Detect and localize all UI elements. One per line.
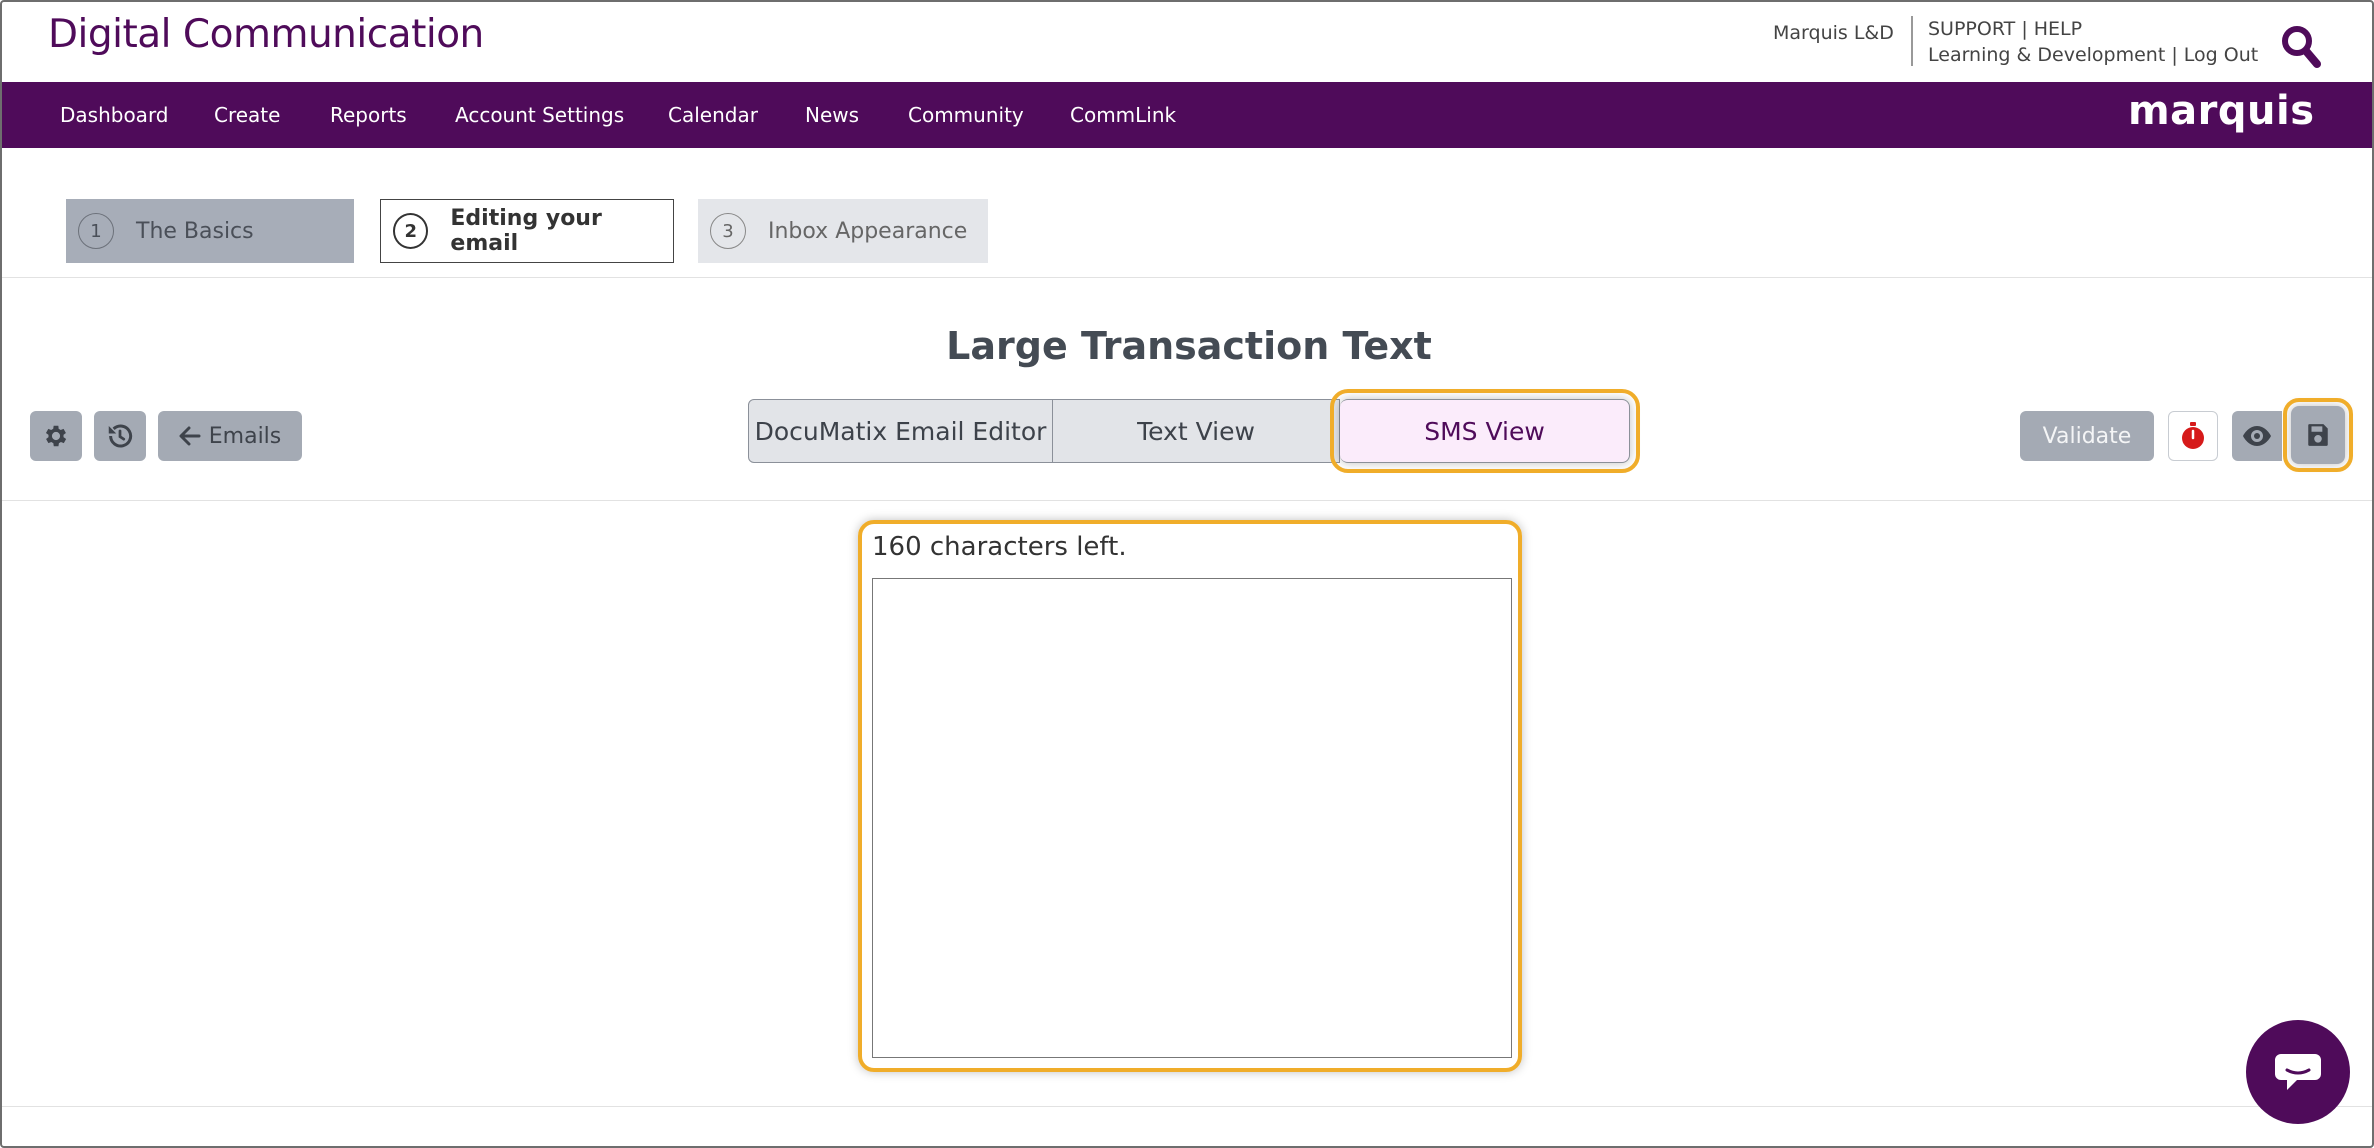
- tab-documatix-email-editor[interactable]: DocuMatix Email Editor: [748, 399, 1053, 463]
- floppy-disk-icon: [2308, 424, 2328, 446]
- nav-reports[interactable]: Reports: [330, 82, 407, 148]
- eye-icon: [2243, 426, 2271, 446]
- nav-create[interactable]: Create: [214, 82, 280, 148]
- step-label: Inbox Appearance: [768, 218, 968, 244]
- view-tabs: DocuMatix Email Editor Text View SMS Vie…: [748, 389, 1640, 473]
- step-label: The Basics: [136, 218, 254, 244]
- link-separator: |: [2171, 44, 2178, 66]
- nav-calendar[interactable]: Calendar: [668, 82, 758, 148]
- characters-left-counter: 160 characters left.: [872, 532, 1127, 562]
- tab-sms-view[interactable]: SMS View: [1330, 389, 1640, 473]
- nav-news[interactable]: News: [805, 82, 859, 148]
- timer-button[interactable]: [2168, 411, 2218, 461]
- step-inbox-appearance[interactable]: 3 Inbox Appearance: [698, 199, 988, 263]
- chat-bubble-icon: [2275, 1054, 2321, 1090]
- logout-link[interactable]: Log Out: [2184, 44, 2258, 66]
- divider: [2, 500, 2372, 501]
- step-label: Editing your email: [450, 206, 602, 256]
- link-separator: |: [2021, 18, 2028, 40]
- emails-label: Emails: [208, 423, 282, 449]
- sms-message-input[interactable]: [872, 578, 1512, 1058]
- stopwatch-icon: [2182, 422, 2204, 449]
- app-title: Digital Communication: [48, 12, 484, 57]
- step-editing-your-email[interactable]: 2 Editing your email: [380, 199, 674, 263]
- step-number: 1: [78, 213, 114, 249]
- gear-icon: [45, 425, 67, 447]
- nav-community[interactable]: Community: [908, 82, 1024, 148]
- tab-text-view[interactable]: Text View: [1053, 399, 1340, 463]
- nav-dashboard[interactable]: Dashboard: [60, 82, 169, 148]
- history-icon: [108, 424, 133, 448]
- history-button[interactable]: [94, 411, 146, 461]
- back-to-emails-button[interactable]: Emails: [158, 411, 302, 461]
- sms-editor-panel: 160 characters left.: [858, 520, 1522, 1072]
- save-button[interactable]: [2283, 398, 2353, 472]
- help-link[interactable]: HELP: [2034, 18, 2082, 40]
- step-number: 2: [393, 213, 429, 249]
- search-icon[interactable]: [2280, 24, 2322, 70]
- user-name[interactable]: Marquis L&D: [1773, 22, 1894, 44]
- page-title: Large Transaction Text: [946, 324, 1432, 368]
- app-window: Digital Communication Marquis L&D SUPPOR…: [0, 0, 2374, 1148]
- marquis-logo: marquis: [2128, 88, 2315, 134]
- support-link[interactable]: SUPPORT: [1928, 18, 2015, 40]
- preview-button[interactable]: [2232, 411, 2282, 461]
- arrow-left-icon: [179, 426, 201, 446]
- org-link[interactable]: Learning & Development: [1928, 44, 2165, 66]
- step-the-basics[interactable]: 1 The Basics: [66, 199, 354, 263]
- divider: [2, 277, 2372, 278]
- step-number: 3: [710, 213, 746, 249]
- settings-button[interactable]: [30, 411, 82, 461]
- validate-button[interactable]: Validate: [2020, 411, 2154, 461]
- chat-button[interactable]: [2246, 1020, 2350, 1124]
- nav-account-settings[interactable]: Account Settings: [455, 82, 624, 148]
- nav-commlink[interactable]: CommLink: [1070, 82, 1176, 148]
- main-nav: Dashboard Create Reports Account Setting…: [2, 82, 2372, 148]
- header-links: SUPPORT | HELP Learning & Development | …: [1928, 16, 2258, 68]
- header-divider: [1911, 16, 1913, 66]
- divider: [2, 1106, 2372, 1107]
